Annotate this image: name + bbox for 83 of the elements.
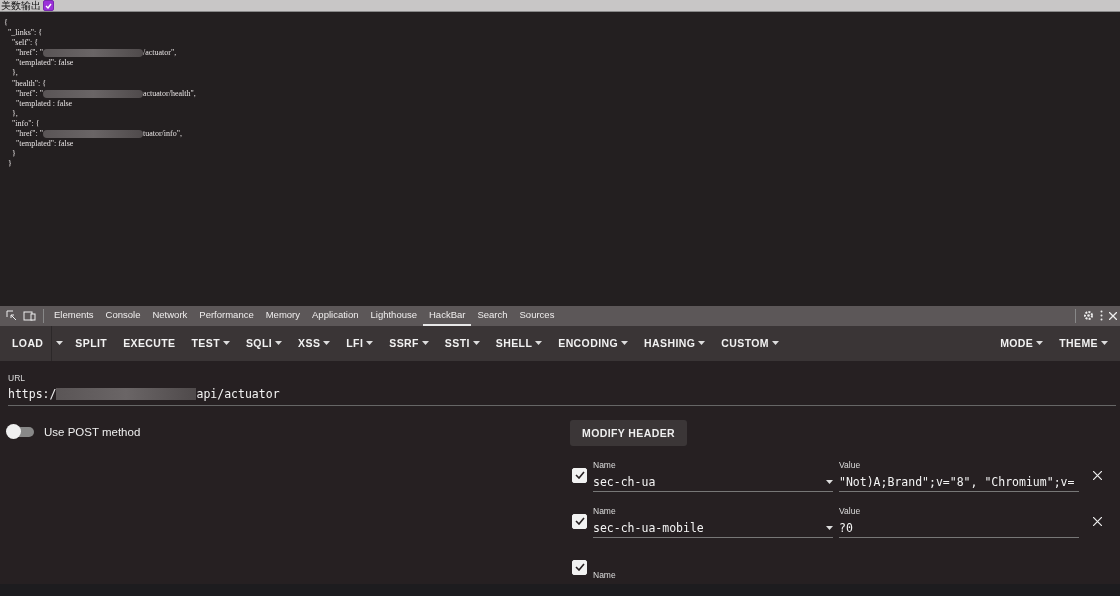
json-line: "href": " [15, 88, 43, 99]
devtools-tab[interactable]: Console [99, 305, 147, 326]
value-label: Value [839, 505, 862, 516]
inspect-icon[interactable] [6, 310, 17, 322]
pretty-print-label: 美数输出 [1, 0, 41, 11]
settings-icon[interactable] [1083, 310, 1094, 322]
caret-icon [826, 526, 833, 531]
menu-button[interactable]: MODE [992, 325, 1052, 361]
devtools-tab[interactable]: Performance [193, 305, 260, 326]
menu-button[interactable]: TEST [183, 325, 238, 361]
name-label: Name [593, 569, 617, 580]
json-line: } [7, 159, 12, 170]
json-line: "self": { [11, 38, 39, 49]
caret-icon [1036, 341, 1044, 346]
json-line: "templated": false [15, 139, 74, 150]
device-toolbar-icon[interactable] [23, 310, 36, 321]
caret-icon [222, 341, 230, 346]
caret-icon [472, 341, 480, 346]
header-checkbox[interactable] [572, 559, 587, 575]
header-checkbox[interactable] [572, 467, 587, 483]
value-label: Value [839, 459, 862, 470]
name-label: Name [593, 505, 617, 516]
modify-header-button[interactable]: MODIFY HEADER [570, 419, 688, 446]
close-icon[interactable] [1093, 516, 1102, 526]
post-toggle[interactable] [8, 426, 34, 437]
caret-icon [698, 341, 706, 346]
pretty-print-checkbox[interactable] [43, 0, 54, 11]
menu-button[interactable]: SHELL [487, 325, 551, 361]
caret-icon [421, 341, 429, 346]
menu-button[interactable]: LFI [338, 325, 382, 361]
header-name-field[interactable]: sec-ch-ua-mobile [593, 519, 833, 537]
close-icon[interactable] [1093, 470, 1102, 480]
json-line: tuator/info", [142, 129, 182, 140]
caret-icon [323, 341, 331, 346]
caret-icon [826, 480, 833, 485]
toolbar-button[interactable]: EXECUTE [115, 325, 184, 361]
devtools-tab[interactable]: Application [306, 305, 365, 326]
devtools-tab[interactable]: Network [146, 305, 194, 326]
json-line: "info": { [11, 118, 40, 130]
header-name-field[interactable]: sec-ch-ua [593, 473, 833, 491]
caret-icon [621, 341, 629, 346]
caret-icon [366, 341, 374, 346]
menu-button[interactable]: HASHING [636, 325, 714, 361]
caret-icon [56, 341, 64, 346]
caret-icon [535, 341, 543, 346]
menu-button[interactable]: XSS [290, 325, 339, 361]
toolbar-button[interactable]: SPLIT [67, 325, 116, 361]
json-line: }, [11, 108, 18, 119]
devtools-tab[interactable]: Memory [259, 305, 306, 326]
json-line: }, [11, 68, 18, 79]
caret-icon [275, 341, 283, 346]
json-line: actuator/health", [142, 88, 196, 99]
devtools-tab[interactable]: Elements [48, 305, 100, 326]
post-toggle-label: Use POST method [44, 425, 141, 438]
caret-icon [1101, 341, 1108, 346]
name-label: Name [593, 459, 617, 470]
json-line: "templated": false [15, 58, 74, 69]
caret-icon [772, 341, 779, 346]
json-line: "_links": { [7, 28, 43, 39]
devtools-tab[interactable]: Sources [513, 305, 561, 326]
header-value-field[interactable]: ?0 [839, 519, 1079, 537]
menu-button[interactable]: SSRF [381, 325, 437, 361]
url-label: URL [8, 372, 26, 383]
toolbar-button[interactable]: LOAD [4, 325, 52, 361]
devtools-tab[interactable]: Search [471, 305, 514, 326]
json-line: "health": { [11, 78, 47, 89]
close-icon[interactable] [1109, 311, 1117, 320]
devtools-tab[interactable]: Lighthouse [364, 305, 423, 326]
json-line: "templated : false [15, 98, 73, 109]
json-line: /actuator", [142, 48, 177, 59]
json-line: "href": " [15, 48, 43, 59]
menu-button[interactable]: CUSTOM [713, 325, 787, 361]
menu-button[interactable]: THEME [1051, 325, 1116, 361]
json-line: { [4, 18, 8, 29]
menu-button[interactable]: SSTI [436, 325, 488, 361]
more-icon[interactable] [1100, 310, 1103, 322]
json-line: "href": " [15, 129, 43, 140]
menu-button[interactable]: SQLI [237, 325, 291, 361]
header-value-field[interactable]: "Not)A;Brand";v="8", "Chromium";v= [839, 473, 1079, 491]
url-field[interactable]: https:/ api/actuator [8, 382, 1116, 406]
menu-button[interactable]: ENCODING [550, 325, 637, 361]
json-line: } [11, 149, 16, 160]
header-checkbox[interactable] [572, 513, 587, 529]
